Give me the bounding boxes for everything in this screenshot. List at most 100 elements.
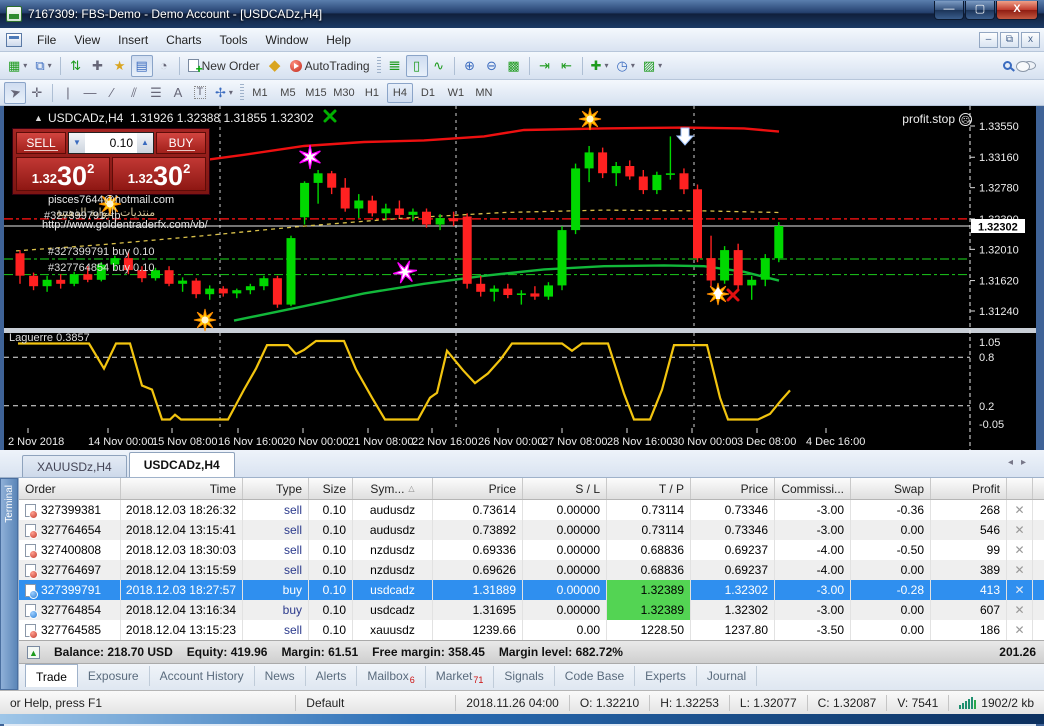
status-profile[interactable]: Default	[296, 695, 456, 711]
new-chart-button[interactable]: ▦▾	[4, 55, 31, 77]
bar-chart-button[interactable]: 𝌆	[384, 55, 406, 77]
vertical-line-button[interactable]: |	[57, 82, 79, 104]
autotrading-button[interactable]: AutoTrading	[286, 55, 374, 77]
tab-scroll-arrows[interactable]: ◂▸	[1008, 457, 1034, 468]
trendline-button[interactable]: ∕	[101, 82, 123, 104]
cursor-button[interactable]: ➤	[4, 82, 26, 104]
tile-windows-button[interactable]: ▩	[503, 55, 525, 77]
sell-button[interactable]: SELL	[16, 132, 66, 154]
order-row[interactable]: 3277648542018.12.04 13:16:34buy0.10usdca…	[19, 600, 1044, 620]
community-button[interactable]	[1018, 55, 1040, 77]
terminal-tab-exposure[interactable]: Exposure	[78, 666, 150, 686]
menu-item-view[interactable]: View	[65, 30, 109, 50]
menu-item-tools[interactable]: Tools	[211, 30, 257, 50]
market-watch-button[interactable]: ⇅	[65, 55, 87, 77]
arrows-button[interactable]: ✢▾	[211, 82, 237, 104]
terminal-button[interactable]: ▤	[131, 55, 153, 77]
menu-item-help[interactable]: Help	[317, 30, 360, 50]
order-row[interactable]: 3277645852018.12.04 13:15:23sell0.10xauu…	[19, 620, 1044, 640]
timeframe-m30[interactable]: M30	[331, 83, 357, 103]
timeframe-m15[interactable]: M15	[303, 83, 329, 103]
chart-tab-usdcadz-h4[interactable]: USDCADz,H4	[129, 452, 235, 477]
one-click-collapse-icon[interactable]: ▲	[34, 113, 43, 123]
line-chart-button[interactable]: ∿	[428, 55, 450, 77]
zoom-out-button[interactable]: ⊖	[481, 55, 503, 77]
periods-button[interactable]: ◷▾	[613, 55, 639, 77]
order-row[interactable]: 3273997912018.12.03 18:27:57buy0.10usdca…	[19, 580, 1044, 600]
terminal-tab-market[interactable]: Market71	[426, 666, 495, 688]
timeframe-h1[interactable]: H1	[359, 83, 385, 103]
search-button[interactable]	[996, 55, 1018, 77]
timeframe-mn[interactable]: MN	[471, 83, 497, 103]
timeframe-w1[interactable]: W1	[443, 83, 469, 103]
terminal-tab-account-history[interactable]: Account History	[150, 666, 255, 686]
column-header-price2[interactable]: Price	[691, 478, 775, 499]
terminal-tab-trade[interactable]: Trade	[25, 664, 78, 687]
terminal-tab-journal[interactable]: Journal	[697, 666, 757, 686]
indicators-button[interactable]: ✚▾	[587, 55, 613, 77]
order-row[interactable]: 3274008082018.12.03 18:30:03sell0.10nzdu…	[19, 540, 1044, 560]
child-close-button[interactable]: x	[1021, 32, 1040, 48]
close-order-icon[interactable]: ✕	[1014, 503, 1024, 517]
menu-item-insert[interactable]: Insert	[109, 30, 157, 50]
metaeditor-button[interactable]: ◆	[264, 55, 286, 77]
navigator-button[interactable]: ★	[109, 55, 131, 77]
column-header-order[interactable]: Order	[19, 478, 121, 499]
text-button[interactable]: A	[167, 82, 189, 104]
timeframe-m1[interactable]: M1	[247, 83, 273, 103]
close-order-icon[interactable]: ✕	[1014, 603, 1024, 617]
profiles-button[interactable]: ⧉▾	[31, 55, 55, 77]
close-order-icon[interactable]: ✕	[1014, 523, 1024, 537]
chart-canvas[interactable]: 1.335501.331601.327801.323901.320101.316…	[4, 106, 1036, 450]
child-minimize-button[interactable]: –	[979, 32, 998, 48]
close-order-icon[interactable]: ✕	[1014, 563, 1024, 577]
menu-item-file[interactable]: File	[28, 30, 65, 50]
column-header-size[interactable]: Size	[309, 478, 353, 499]
terminal-tab-code-base[interactable]: Code Base	[555, 666, 635, 686]
order-row[interactable]: 3277646542018.12.04 13:15:41sell0.10audu…	[19, 520, 1044, 540]
volume-up-icon[interactable]: ▲	[137, 133, 153, 153]
close-order-icon[interactable]: ✕	[1014, 543, 1024, 557]
terminal-tab-mailbox[interactable]: Mailbox6	[357, 666, 425, 688]
close-button[interactable]: X	[996, 1, 1038, 20]
zoom-in-button[interactable]: ⊕	[459, 55, 481, 77]
terminal-dock-bar[interactable]: Terminal	[0, 478, 18, 690]
candlestick-button[interactable]: ▯	[406, 55, 428, 77]
close-order-icon[interactable]: ✕	[1014, 583, 1024, 597]
buy-price[interactable]: 1.32 30 2	[112, 157, 206, 191]
channel-button[interactable]: ⫽	[123, 82, 145, 104]
terminal-tab-alerts[interactable]: Alerts	[306, 666, 358, 686]
column-header-tp[interactable]: T / P	[607, 478, 691, 499]
terminal-tab-experts[interactable]: Experts	[635, 666, 697, 686]
timeframe-m5[interactable]: M5	[275, 83, 301, 103]
new-order-button[interactable]: New Order	[184, 55, 264, 77]
strategy-tester-button[interactable]: ◔	[153, 55, 175, 77]
maximize-button[interactable]: ▢	[965, 1, 995, 20]
horizontal-line-button[interactable]: —	[79, 82, 101, 104]
title-bar[interactable]: 7167309: FBS-Demo - Demo Account - [USDC…	[0, 0, 1044, 28]
menu-item-window[interactable]: Window	[257, 30, 318, 50]
volume-down-icon[interactable]: ▼	[69, 133, 85, 153]
text-label-button[interactable]: T	[189, 82, 211, 104]
fibonacci-button[interactable]: ☰	[145, 82, 167, 104]
minimize-button[interactable]: —	[934, 1, 964, 20]
auto-scroll-button[interactable]: ⇥	[534, 55, 556, 77]
pane-divider[interactable]	[4, 328, 1036, 333]
column-header-time[interactable]: Time	[121, 478, 243, 499]
column-header-sym[interactable]: Sym...△	[353, 478, 433, 499]
column-header-swap[interactable]: Swap	[851, 478, 931, 499]
column-header-comm[interactable]: Commissi...	[775, 478, 851, 499]
sell-price[interactable]: 1.32 30 2	[16, 157, 110, 191]
column-header-profit[interactable]: Profit	[931, 478, 1007, 499]
terminal-tab-signals[interactable]: Signals	[494, 666, 554, 686]
column-header-sl[interactable]: S / L	[523, 478, 607, 499]
crosshair-button[interactable]: ✛	[26, 82, 48, 104]
buy-button[interactable]: BUY	[156, 132, 206, 154]
timeframe-h4[interactable]: H4	[387, 83, 413, 103]
timeframe-d1[interactable]: D1	[415, 83, 441, 103]
order-row[interactable]: 3277646972018.12.04 13:15:59sell0.10nzdu…	[19, 560, 1044, 580]
column-header-type[interactable]: Type	[243, 478, 309, 499]
volume-input[interactable]	[85, 133, 137, 153]
column-header-price[interactable]: Price	[433, 478, 523, 499]
templates-button[interactable]: ▨▾	[639, 55, 666, 77]
